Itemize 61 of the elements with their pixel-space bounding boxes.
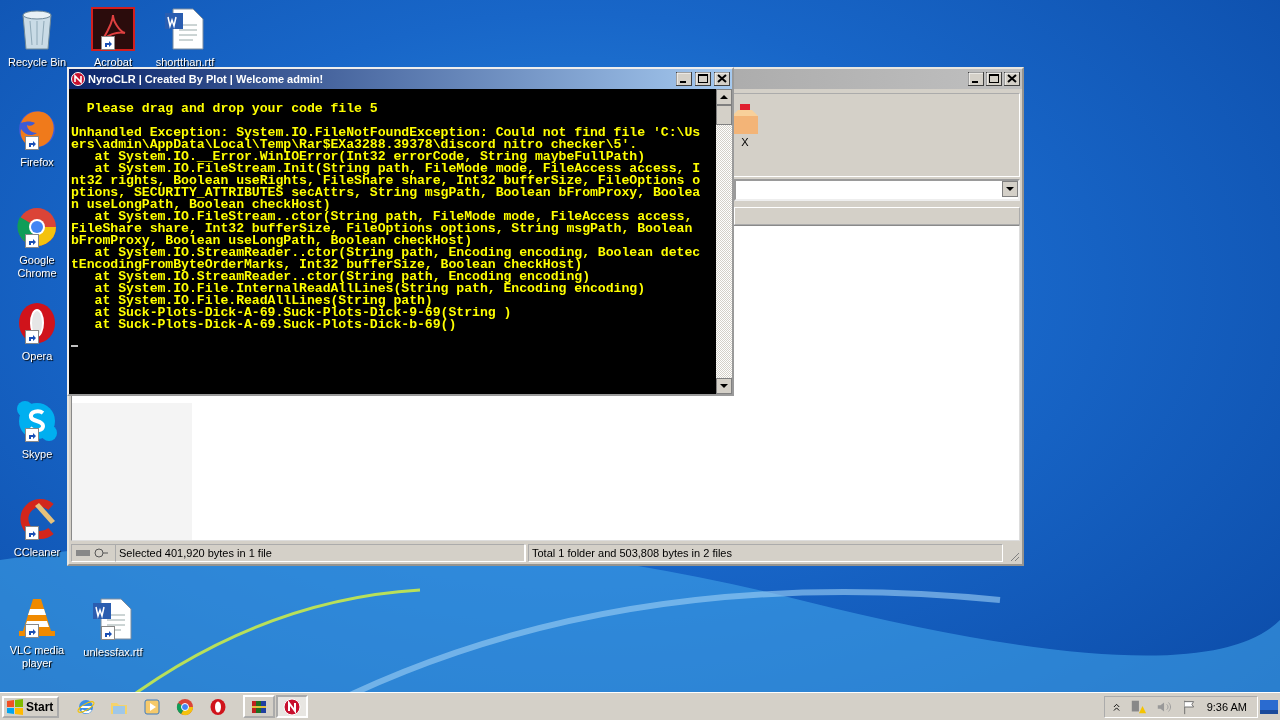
- maximize-button[interactable]: [695, 72, 711, 86]
- minimize-button[interactable]: [968, 72, 984, 86]
- console-line: at System.IO.File.ReadAllLines(String path): [93, 295, 433, 307]
- start-button[interactable]: Start: [2, 695, 60, 718]
- dropdown-arrow-button[interactable]: [1002, 181, 1018, 197]
- console-line: at Suck-Plots-Dick-A-69.Suck-Plots-Dick-9-69(String ): [93, 307, 512, 319]
- desktop-icon-label[interactable]: CCleaner: [13, 546, 61, 559]
- windows-logo-icon: [6, 698, 24, 715]
- console-line: at System.IO.File.InternalReadAllLines(String path, Encoding encoding): [93, 283, 646, 295]
- address-field[interactable]: [734, 179, 1020, 201]
- app-logo-icon: [283, 697, 302, 716]
- console-line: at System.IO.FileStream..ctor(String path, FileMode mode, FileAccess access,: [94, 211, 693, 223]
- close-button[interactable]: [714, 72, 730, 86]
- console-line: at System.IO.StreamReader..ctor(String path, Encoding encoding): [94, 271, 590, 283]
- text-cursor: [71, 345, 78, 347]
- desktop-icon-label[interactable]: VLC media player: [7, 644, 67, 670]
- browser-e-icon[interactable]: [77, 697, 96, 716]
- console-line: ptions, SECURITY_ATTRIBUTES secAttrs, String msgPath, Boolean bFromProxy, Boolea: [71, 187, 701, 199]
- desktop-icon-label[interactable]: Acrobat: [94, 56, 132, 69]
- desktop-icon-label[interactable]: shortthan.rtf: [155, 56, 215, 69]
- ring-icon[interactable]: [209, 697, 228, 716]
- taskbar-button[interactable]: [276, 695, 309, 718]
- window-title: NyroCLR | Created By Plot | Welcome admin!: [88, 73, 325, 85]
- scroll-down-button[interactable]: [716, 378, 732, 394]
- maximize-button[interactable]: [986, 72, 1002, 86]
- document-reader-icon[interactable]: [91, 7, 135, 51]
- console-line: FileShare share, Int32 bufferSize, FileOptions options, String msgPath, Boolean: [71, 223, 693, 235]
- app-logo-icon: [71, 72, 85, 86]
- desktop-icon-label[interactable]: Recycle Bin: [7, 56, 67, 69]
- console-line: nt32 rights, Boolean useRights, FileShare share, Int32 bufferSize, FileOptions o: [71, 175, 701, 187]
- document-icon[interactable]: [163, 7, 207, 51]
- console-line: Unhandled Exception: System.IO.FileNotFoundException: Could not find file 'C:\Us: [71, 127, 701, 139]
- show-desktop-icon[interactable]: [1260, 699, 1278, 714]
- taskbar-button[interactable]: [243, 695, 276, 718]
- console-line: bFromProxy, Boolean useLongPath, Boolean checkHost): [71, 235, 473, 247]
- desktop-icon-label[interactable]: Firefox: [20, 156, 54, 169]
- desktop-icon-label[interactable]: unlessfax.rtf: [83, 646, 143, 659]
- clock[interactable]: 9:36 AM: [1206, 700, 1247, 713]
- console-prompt: Please drag and drop your code file 5: [85, 103, 378, 115]
- status-text: Total 1 folder and 503,808 bytes in 2 files: [528, 544, 1003, 562]
- console-line: at System.IO.FileStream.Init(String path, FileMode mode, FileAccess access, I: [94, 163, 701, 175]
- console-line: at Suck-Plots-Dick-A-69.Suck-Plots-Dick-b-69(): [93, 319, 457, 331]
- browser-icon[interactable]: [176, 697, 195, 716]
- console-line: at System.IO.__Error.WinIOError(Int32 errorCode, String maybeFullPath): [94, 151, 646, 163]
- scroll-up-button[interactable]: [716, 89, 732, 105]
- close-button[interactable]: [1004, 72, 1020, 86]
- flag-icon[interactable]: [1182, 698, 1197, 715]
- minimize-button[interactable]: [676, 72, 692, 86]
- desktop-icon-label[interactable]: Google Chrome: [7, 254, 67, 280]
- console-line: n useLongPath, Boolean checkHost): [71, 199, 331, 211]
- desktop-icon-label[interactable]: Opera: [21, 350, 53, 363]
- scroll-thumb[interactable]: [716, 105, 732, 125]
- drive-key-icon: [75, 548, 109, 558]
- console-line: at System.IO.StreamReader..ctor(String path, Encoding encoding, Boolean detec: [94, 247, 701, 259]
- console-line: ers\admin\AppData\Local\Temp\Rar$EXa3288.39378\discord nitro checker\5'.: [71, 139, 638, 151]
- scrollbar[interactable]: [716, 89, 732, 394]
- desktop-icon-label[interactable]: Skype: [21, 448, 53, 461]
- chevron-up-icon[interactable]: [1113, 701, 1121, 712]
- console-line: tEncodingFromByteOrderMarks, Int32 bufferSize, Boolean checkHost): [71, 259, 583, 271]
- status-text: Selected 401,920 bytes in 1 file: [115, 544, 525, 562]
- media-player-icon[interactable]: [143, 697, 162, 716]
